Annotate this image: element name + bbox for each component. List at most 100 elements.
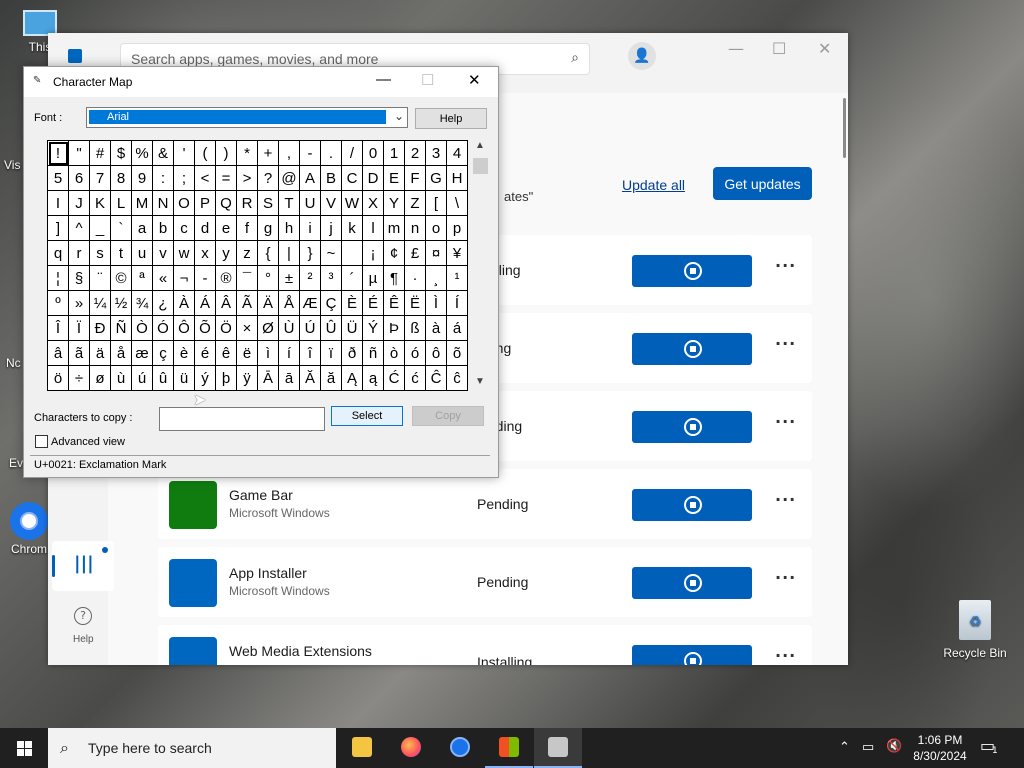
store-minimize-button[interactable]: —	[728, 39, 744, 58]
more-options-icon[interactable]: ···	[775, 490, 796, 509]
char-cell[interactable]: Â	[216, 291, 237, 316]
chevron-down-icon[interactable]: ⌄	[394, 109, 404, 123]
char-cell[interactable]: Ö	[216, 316, 237, 341]
char-cell[interactable]: )	[216, 141, 237, 166]
char-cell[interactable]: @	[279, 166, 300, 191]
char-cell[interactable]: .	[321, 141, 342, 166]
taskbar-search-box[interactable]: ⌕ Type here to search	[48, 728, 336, 768]
char-cell[interactable]: û	[153, 366, 174, 391]
char-cell[interactable]: Ô	[174, 316, 195, 341]
char-cell[interactable]: ë	[237, 341, 258, 366]
stop-download-button[interactable]	[632, 645, 752, 665]
char-cell[interactable]: 7	[90, 166, 111, 191]
char-cell[interactable]: á	[447, 316, 468, 341]
notification-center-button[interactable]: ▭ 1	[980, 736, 1004, 760]
char-cell[interactable]: Ĉ	[426, 366, 447, 391]
char-cell[interactable]: `	[111, 216, 132, 241]
char-cell[interactable]: c	[174, 216, 195, 241]
store-taskbar-button[interactable]	[485, 728, 533, 768]
update-row-app-installer[interactable]: App Installer Microsoft Windows Pending …	[158, 547, 812, 617]
char-cell[interactable]: ¦	[48, 266, 69, 291]
char-cell[interactable]: ý	[195, 366, 216, 391]
char-cell[interactable]: ·	[405, 266, 426, 291]
char-cell[interactable]	[342, 241, 363, 266]
stop-download-button[interactable]	[632, 333, 752, 365]
char-cell[interactable]: &	[153, 141, 174, 166]
profile-avatar[interactable]: 👤	[628, 42, 656, 70]
more-options-icon[interactable]: ···	[775, 412, 796, 431]
char-cell[interactable]: Ó	[153, 316, 174, 341]
store-scrollbar[interactable]	[843, 98, 846, 158]
char-cell[interactable]: æ	[132, 341, 153, 366]
char-cell[interactable]: ¹	[447, 266, 468, 291]
char-cell[interactable]: º	[48, 291, 69, 316]
char-cell[interactable]: *	[237, 141, 258, 166]
char-cell[interactable]: ô	[426, 341, 447, 366]
char-cell[interactable]: Ç	[321, 291, 342, 316]
char-cell[interactable]: Ā	[258, 366, 279, 391]
start-button[interactable]	[0, 728, 48, 768]
stop-download-button[interactable]	[632, 489, 752, 521]
char-cell[interactable]: È	[342, 291, 363, 316]
char-cell[interactable]: ì	[258, 341, 279, 366]
char-cell[interactable]: 5	[48, 166, 69, 191]
char-cell[interactable]: ~	[321, 241, 342, 266]
char-cell[interactable]: £	[405, 241, 426, 266]
char-cell[interactable]: -	[195, 266, 216, 291]
char-cell[interactable]: J	[69, 191, 90, 216]
desktop-label-ev[interactable]: Ev	[9, 456, 23, 470]
char-cell[interactable]: à	[426, 316, 447, 341]
char-cell[interactable]: m	[384, 216, 405, 241]
char-cell[interactable]: k	[342, 216, 363, 241]
char-cell[interactable]: ó	[405, 341, 426, 366]
char-cell[interactable]: ù	[111, 366, 132, 391]
char-cell[interactable]: t	[111, 241, 132, 266]
char-cell[interactable]: Å	[279, 291, 300, 316]
char-cell[interactable]: ò	[384, 341, 405, 366]
file-explorer-taskbar-button[interactable]	[338, 728, 386, 768]
char-cell[interactable]: +	[258, 141, 279, 166]
store-maximize-button[interactable]: ☐	[772, 39, 786, 58]
char-cell[interactable]: %	[132, 141, 153, 166]
char-cell[interactable]: ñ	[363, 341, 384, 366]
char-cell[interactable]: Ì	[426, 291, 447, 316]
char-cell[interactable]: ü	[174, 366, 195, 391]
char-cell[interactable]: R	[237, 191, 258, 216]
char-cell[interactable]: Ï	[69, 316, 90, 341]
char-cell[interactable]: Z	[405, 191, 426, 216]
char-cell[interactable]: ¸	[426, 266, 447, 291]
character-grid[interactable]: ! " # $% & '() * +, -./0 1 2 3 4 5 6 7 8 9:; < = >? @ A B C D E F G H…	[47, 140, 468, 391]
char-cell[interactable]: ¼	[90, 291, 111, 316]
char-cell[interactable]: î	[300, 341, 321, 366]
charmap-titlebar[interactable]: ✎ Character Map — ☐ ✕	[24, 67, 498, 97]
char-cell[interactable]: G	[426, 166, 447, 191]
char-cell[interactable]: p	[447, 216, 468, 241]
char-cell[interactable]: ă	[321, 366, 342, 391]
network-icon[interactable]: ▭	[862, 739, 874, 755]
char-cell[interactable]: |	[279, 241, 300, 266]
chevron-up-icon[interactable]: ⌃	[839, 739, 850, 755]
char-cell[interactable]: "	[69, 141, 90, 166]
taskbar-clock[interactable]: 1:06 PM 8/30/2024	[905, 732, 975, 764]
char-cell[interactable]: ĉ	[447, 366, 468, 391]
char-cell[interactable]: <	[195, 166, 216, 191]
charmap-maximize-button[interactable]: ☐	[421, 71, 434, 89]
char-cell[interactable]: ;	[174, 166, 195, 191]
char-cell[interactable]: è	[174, 341, 195, 366]
char-cell[interactable]: Æ	[300, 291, 321, 316]
scroll-up-icon[interactable]: ▲	[475, 140, 485, 151]
search-icon[interactable]: ⌕	[571, 50, 579, 66]
char-cell[interactable]: a	[132, 216, 153, 241]
char-cell[interactable]: Ý	[363, 316, 384, 341]
char-cell[interactable]: l	[363, 216, 384, 241]
select-button[interactable]: Select	[331, 406, 403, 426]
char-cell[interactable]: P	[195, 191, 216, 216]
char-cell[interactable]: (	[195, 141, 216, 166]
more-options-icon[interactable]: ···	[775, 256, 796, 275]
char-cell[interactable]: Í	[447, 291, 468, 316]
char-cell[interactable]: I	[48, 191, 69, 216]
char-cell[interactable]: Q	[216, 191, 237, 216]
chrome-desktop-icon[interactable]: Chrom	[6, 502, 52, 556]
char-cell[interactable]: Ù	[279, 316, 300, 341]
stop-download-button[interactable]	[632, 567, 752, 599]
